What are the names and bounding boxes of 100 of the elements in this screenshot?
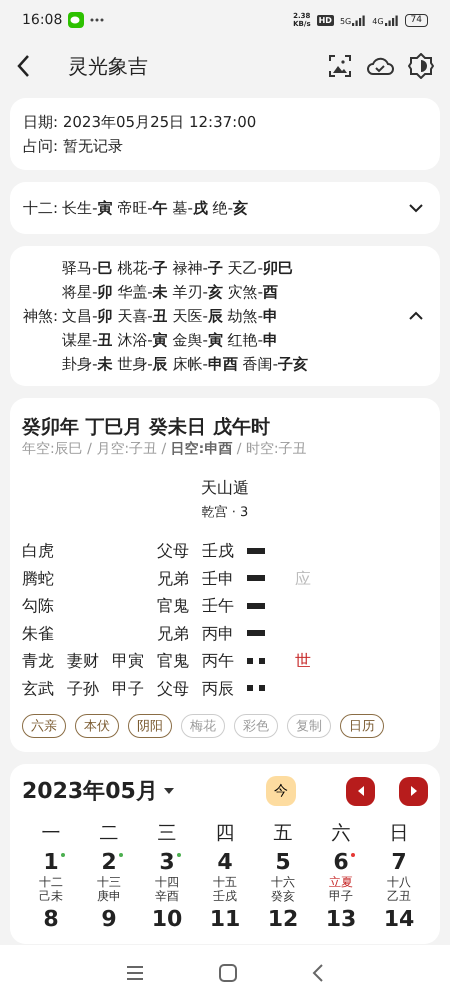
back-icon[interactable]: [312, 964, 324, 982]
day-number[interactable]: 2: [101, 851, 117, 875]
shensha-line: 谋星-丑 沐浴-寅 金舆-寅 红艳-申: [62, 330, 278, 351]
god-cell-text: 白虎: [22, 540, 55, 562]
god-cell-text: 玄武: [22, 678, 55, 700]
weekday-label: 三: [156, 821, 178, 846]
option-chip[interactable]: 六亲: [22, 714, 66, 738]
brightness-icon[interactable]: [408, 53, 434, 79]
weekday-label: 五: [272, 821, 294, 846]
day-number[interactable]: 13: [326, 908, 356, 932]
app-title: 灵光象吉: [68, 52, 149, 80]
relation-cell-text: 官鬼: [157, 650, 190, 672]
twelve-card[interactable]: 十二: 长生-寅 帝旺-午 墓-戌 绝-亥: [10, 182, 440, 234]
shensha-line: 文昌-卯 天喜-丑 天医-辰 劫煞-申: [62, 306, 278, 327]
weekday-label: 二: [98, 821, 120, 846]
dropdown-icon: [164, 788, 174, 794]
network-label: 4G: [372, 16, 384, 26]
twelve-label: 十二:: [23, 198, 58, 218]
shensha-label: 神煞:: [23, 306, 58, 326]
menu-icon[interactable]: [126, 966, 144, 980]
day-number[interactable]: 12: [268, 908, 298, 932]
battery-icon: 74: [404, 14, 428, 26]
relation-cell-text: 父母: [157, 678, 190, 700]
branch-cell-text: 丙午: [202, 650, 235, 672]
left-triangle-icon: [356, 786, 364, 796]
info-line: 日期: 2023年05月25日 12:37:00: [23, 112, 258, 133]
weekday-label: 一: [40, 821, 62, 846]
day-number[interactable]: 7: [391, 851, 407, 875]
ganzhi-date: 癸亥: [271, 889, 295, 903]
hidden-branch-cell-text: 甲寅: [112, 650, 145, 672]
lunar-date: 十六: [271, 875, 295, 889]
clock: 16:08: [22, 12, 62, 28]
lunar-date: 十四: [155, 875, 179, 889]
hidden-branch-cell-text: 甲子: [112, 678, 145, 700]
position-mark: 应: [295, 568, 311, 588]
expand-icon[interactable]: [408, 203, 424, 213]
god-cell-text: 勾陈: [22, 595, 55, 617]
relation-cell-text: 父母: [157, 540, 190, 562]
relation-cell-text: 官鬼: [157, 595, 190, 617]
hexagram-name: 天山遁: [201, 478, 249, 497]
shensha-card[interactable]: 神煞: 驿马-巳 桃花-子 禄神-子 天乙-卯巳 将星-卯 华盖-未 羊刃-亥 灾煞-酉 文昌-卯 天喜-丑 天医-辰 劫煞-申 谋星-丑 沐浴-寅 金舆-寅 红艳-申 卦身-未 世身-辰 床帐-申酉 香闺-子亥: [10, 246, 440, 386]
branch-cell-text: 壬申: [202, 568, 235, 590]
info-line: 占问: 暂无记录: [23, 136, 124, 157]
branch-cell-text: 丙申: [202, 622, 235, 644]
signal-icon: [352, 14, 366, 26]
day-number[interactable]: 3: [159, 851, 175, 875]
lunar-date: 十五: [213, 875, 237, 889]
hd-badge: HD: [316, 14, 334, 26]
position-mark: 世: [295, 651, 311, 670]
back-button[interactable]: [16, 54, 30, 78]
ganzhi-date: 己未: [39, 889, 63, 903]
day-number[interactable]: 11: [210, 908, 240, 932]
month-selector[interactable]: 2023年05月: [22, 776, 174, 806]
shensha-line: 驿马-巳 桃花-子 禄神-子 天乙-卯巳: [62, 258, 294, 279]
ganzhi-date: 庚申: [97, 889, 121, 903]
image-icon[interactable]: [328, 54, 352, 78]
day-number[interactable]: 6: [333, 851, 349, 875]
chat-app-icon: [68, 12, 84, 28]
lunar-date: 十三: [97, 875, 121, 889]
weekday-label: 四: [214, 821, 236, 846]
day-number[interactable]: 10: [152, 908, 182, 932]
option-chip[interactable]: 阴阳: [128, 714, 172, 738]
relation-cell-text: 兄弟: [157, 568, 190, 590]
branch-cell-text: 壬戌: [202, 540, 235, 562]
relation-cell-text: 兄弟: [157, 622, 190, 644]
palace-text: 乾宫 · 3: [202, 505, 248, 520]
lunar-date: 十二: [39, 875, 63, 889]
ganzhi-date: 辛酉: [155, 889, 179, 903]
day-number[interactable]: 5: [275, 851, 291, 875]
shensha-line: 将星-卯 华盖-未 羊刃-亥 灾煞-酉: [62, 282, 278, 303]
next-month-button[interactable]: [399, 776, 428, 806]
ganzhi-date: 甲子: [329, 889, 353, 903]
right-triangle-icon: [410, 786, 418, 796]
day-number[interactable]: 4: [217, 851, 233, 875]
cloud-check-icon[interactable]: [366, 55, 394, 77]
day-number[interactable]: 8: [43, 908, 59, 932]
option-chip[interactable]: 本伏: [75, 714, 119, 738]
signal-icon: [384, 14, 399, 26]
home-icon[interactable]: [219, 964, 237, 982]
collapse-icon[interactable]: [408, 311, 424, 321]
weekday-label: 日: [388, 821, 410, 846]
previous-month-button[interactable]: [346, 776, 375, 806]
day-number[interactable]: 1: [43, 851, 59, 875]
kong-text: 年空:辰巳 / 月空:子丑 / 日空:申酉 / 时空:子丑: [22, 440, 308, 458]
ganzhi-date: 壬戌: [213, 889, 237, 903]
hidden-relation-cell-text: 妻财: [67, 650, 100, 672]
hidden-relation-cell-text: 子孙: [67, 678, 100, 700]
today-button[interactable]: 今: [266, 776, 296, 806]
option-chip[interactable]: 日历: [340, 714, 384, 738]
shensha-line: 卦身-未 世身-辰 床帐-申酉 香闺-子亥: [62, 354, 308, 375]
ganzhi-date: 乙丑: [387, 889, 411, 903]
weekday-label: 六: [330, 821, 352, 846]
more-icon: [90, 18, 104, 22]
god-cell-text: 青龙: [22, 650, 55, 672]
gua-title: 癸卯年 丁巳月 癸未日 戊午时: [22, 415, 271, 440]
day-number[interactable]: 9: [101, 908, 117, 932]
god-cell-text: 朱雀: [22, 622, 55, 644]
day-number[interactable]: 14: [384, 908, 414, 932]
branch-cell-text: 丙辰: [202, 678, 235, 700]
lunar-date: 十八: [387, 875, 411, 889]
